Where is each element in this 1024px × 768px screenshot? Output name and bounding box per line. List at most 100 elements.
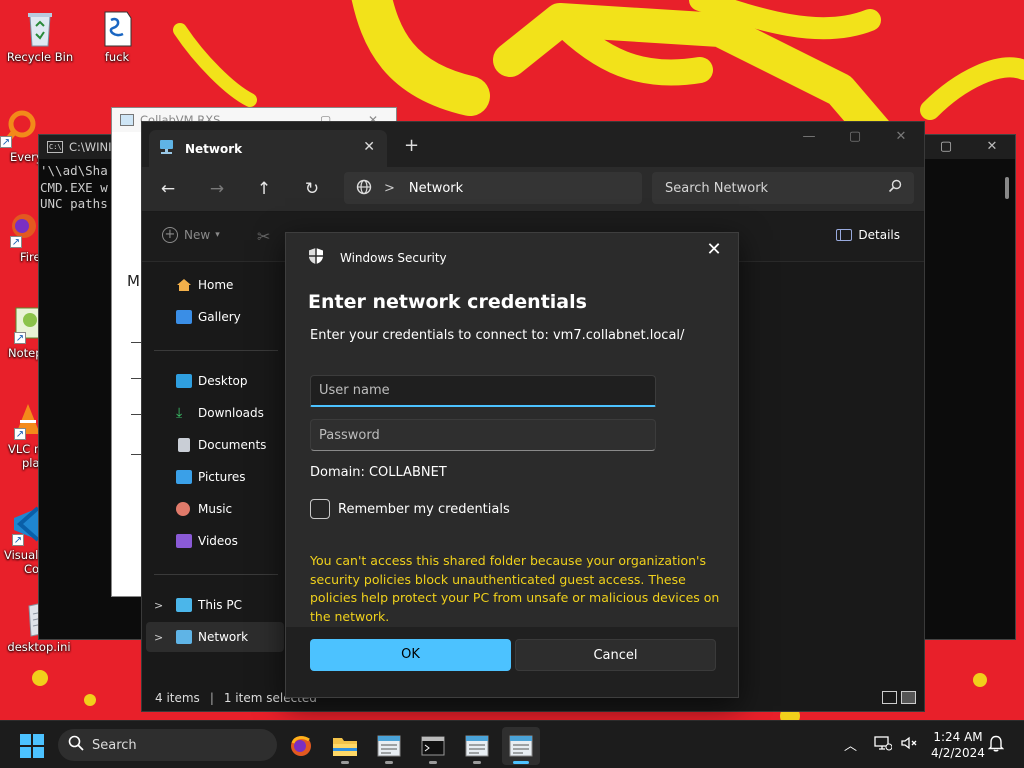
video-icon xyxy=(176,534,192,548)
sidebar-item-label: Pictures xyxy=(198,470,246,484)
running-indicator xyxy=(341,761,349,764)
item-count: 4 items xyxy=(155,691,200,705)
taskbar-app-notepad-active[interactable] xyxy=(502,727,540,765)
sidebar-item-label: Gallery xyxy=(198,310,241,324)
maximize-icon[interactable]: ▢ xyxy=(832,122,878,152)
dialog-app-name: Windows Security xyxy=(340,250,447,265)
new-button[interactable]: + New ▾ xyxy=(162,227,220,243)
shortcut-arrow-icon: ↗ xyxy=(14,332,26,344)
sidebar-item-network[interactable]: > Network xyxy=(146,622,284,652)
close-icon[interactable]: ✕ xyxy=(363,139,375,155)
chevron-up-icon[interactable]: ︿ xyxy=(844,735,857,754)
divider xyxy=(131,342,141,343)
notepad-icon xyxy=(377,735,401,757)
maximize-icon[interactable]: ▢ xyxy=(923,135,969,159)
sidebar-item-gallery[interactable]: Gallery xyxy=(146,302,284,332)
address-bar[interactable]: > Network xyxy=(344,172,642,204)
recycle-bin-icon xyxy=(20,8,60,48)
sidebar-item-label: Home xyxy=(198,278,234,292)
divider xyxy=(131,454,141,455)
details-button[interactable]: Details xyxy=(836,228,900,242)
document-icon xyxy=(178,438,190,452)
explorer-window-controls: — ▢ ✕ xyxy=(786,122,924,152)
details-view-icon[interactable] xyxy=(882,691,897,704)
chevron-right-icon[interactable]: > xyxy=(154,631,163,644)
start-button[interactable] xyxy=(20,734,44,758)
search-placeholder: Search Network xyxy=(665,180,769,196)
up-arrow-icon[interactable]: ↑ xyxy=(252,178,276,202)
sidebar-item-label: Documents xyxy=(198,438,267,452)
notification-bell-icon[interactable] xyxy=(987,734,1005,755)
sidebar-item-desktop[interactable]: Desktop xyxy=(146,366,284,396)
desktop-icon-label: fuck xyxy=(104,50,130,64)
remember-credentials-checkbox[interactable] xyxy=(310,499,330,519)
remember-credentials-row[interactable]: Remember my credentials xyxy=(310,499,510,519)
taskbar-app-terminal[interactable] xyxy=(414,727,452,765)
back-arrow-icon[interactable]: ← xyxy=(156,178,180,202)
chevron-right-icon[interactable]: > xyxy=(384,181,395,196)
sidebar-item-this-pc[interactable]: > This PC xyxy=(146,590,284,620)
username-input[interactable] xyxy=(310,375,656,407)
dialog-header: Windows Security xyxy=(308,247,447,268)
cancel-button[interactable]: Cancel xyxy=(515,639,716,671)
tiles-view-icon[interactable] xyxy=(901,691,916,704)
close-icon[interactable]: ✕ xyxy=(969,135,1015,159)
desktop-icon-file[interactable]: fuck xyxy=(79,8,155,64)
close-icon[interactable]: ✕ xyxy=(878,122,924,152)
network-icon xyxy=(176,630,192,644)
cmd-window-controls: ▢ ✕ xyxy=(923,135,1015,159)
divider xyxy=(154,350,278,351)
search-icon xyxy=(68,735,84,755)
desktop-icon-recycle-bin[interactable]: Recycle Bin xyxy=(2,8,78,64)
system-clock[interactable]: 1:24 AM 4/2/2024 xyxy=(930,729,986,761)
running-indicator xyxy=(429,761,437,764)
volume-muted-icon[interactable] xyxy=(900,735,918,754)
close-icon[interactable]: ✕ xyxy=(704,239,724,260)
ok-button[interactable]: OK xyxy=(310,639,511,671)
sidebar-item-label: This PC xyxy=(198,598,242,612)
tab-network[interactable]: Network ✕ xyxy=(149,130,387,167)
cut-icon[interactable]: ✂ xyxy=(257,227,270,246)
notepad-icon xyxy=(120,114,134,126)
taskbar-app-notepad[interactable] xyxy=(370,727,408,765)
sidebar-item-pictures[interactable]: Pictures xyxy=(146,462,284,492)
refresh-icon[interactable]: ↻ xyxy=(300,178,324,202)
firefox-icon xyxy=(291,736,311,756)
sidebar-item-music[interactable]: Music xyxy=(146,494,284,524)
cmd-scrollbar[interactable] xyxy=(1005,177,1009,199)
forward-arrow-icon[interactable]: → xyxy=(205,178,229,202)
password-input[interactable] xyxy=(310,419,656,451)
navigation-pane: Home Gallery Desktop ⤓ Downloads Documen… xyxy=(142,262,286,687)
taskbar-search[interactable]: Search xyxy=(58,729,277,761)
windows-logo-icon xyxy=(20,747,31,758)
taskbar-app-firefox[interactable] xyxy=(282,727,320,765)
remember-credentials-label[interactable]: Remember my credentials xyxy=(338,502,510,517)
search-network-input[interactable]: Search Network xyxy=(652,172,914,204)
sidebar-item-label: Network xyxy=(198,630,249,644)
sidebar-item-videos[interactable]: Videos xyxy=(146,526,284,556)
home-icon xyxy=(176,278,192,292)
network-icon xyxy=(159,139,177,158)
taskbar-app-notepad[interactable] xyxy=(458,727,496,765)
clock-time: 1:24 AM xyxy=(933,730,983,744)
divider xyxy=(131,414,141,415)
guest-access-warning: You can't access this shared folder beca… xyxy=(310,553,720,624)
taskbar-app-file-explorer[interactable] xyxy=(326,727,364,765)
chevron-right-icon[interactable]: > xyxy=(154,599,163,612)
picture-icon xyxy=(176,470,192,484)
sidebar-item-downloads[interactable]: ⤓ Downloads xyxy=(146,398,284,428)
sidebar-item-label: Music xyxy=(198,502,233,516)
minimize-icon[interactable]: — xyxy=(786,122,832,152)
search-app-icon: ↗ xyxy=(0,108,40,148)
windows-security-dialog[interactable]: Windows Security ✕ Enter network credent… xyxy=(285,232,739,698)
sidebar-item-documents[interactable]: Documents xyxy=(146,430,284,460)
domain-label: Domain: COLLABNET xyxy=(310,465,447,480)
shortcut-arrow-icon: ↗ xyxy=(10,236,22,248)
running-indicator xyxy=(385,761,393,764)
sidebar-item-home[interactable]: Home xyxy=(146,270,284,300)
network-status-icon[interactable] xyxy=(874,735,893,754)
sidebar-item-label: Desktop xyxy=(198,374,248,388)
dialog-title: Enter network credentials xyxy=(308,291,587,313)
computer-icon xyxy=(176,598,192,612)
new-tab-icon[interactable]: + xyxy=(404,135,419,156)
